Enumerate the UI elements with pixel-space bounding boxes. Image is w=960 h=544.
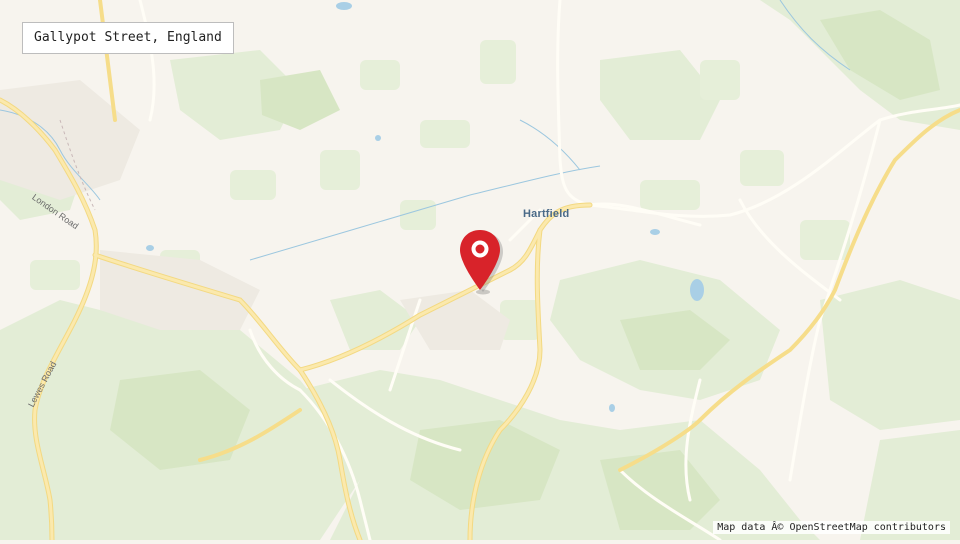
location-title: Gallypot Street, England	[22, 22, 234, 54]
place-label-hartfield: Hartfield	[523, 208, 570, 220]
map-canvas[interactable]: Hartfield London Road Lewes Road	[0, 0, 960, 543]
map-attribution: Map data Â© OpenStreetMap contributors	[713, 521, 950, 534]
map-pin-icon[interactable]	[456, 228, 506, 296]
